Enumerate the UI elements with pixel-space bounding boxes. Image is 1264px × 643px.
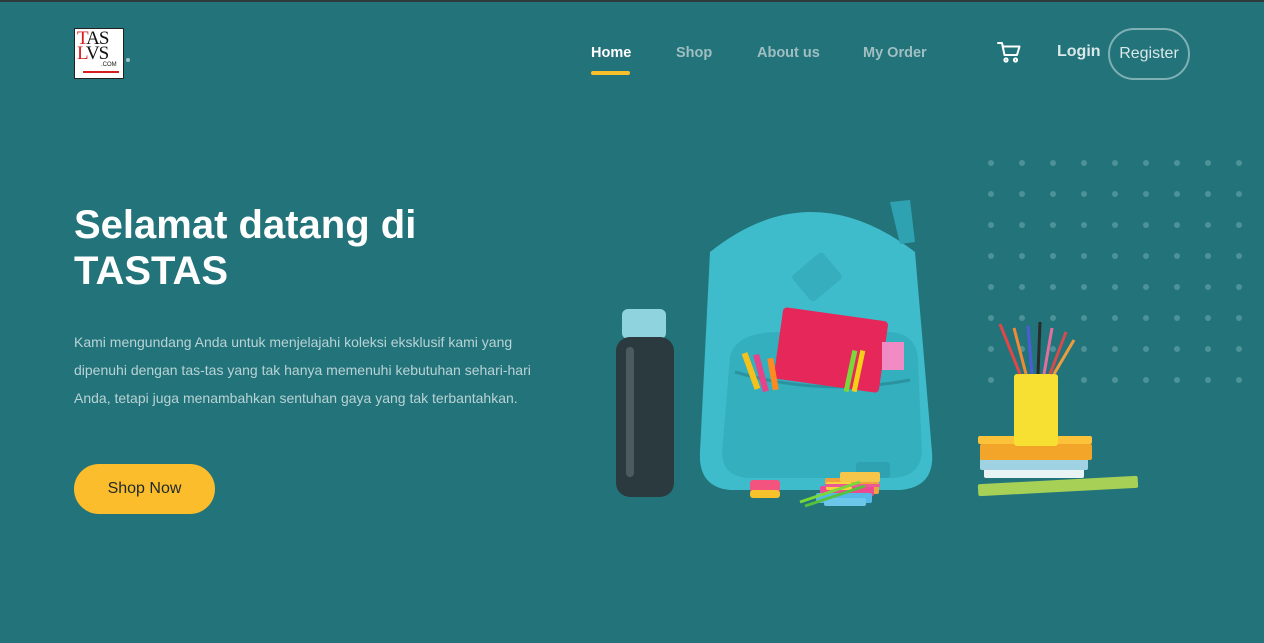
grid-dot [1205,377,1211,383]
water-bottle-image [616,309,674,497]
grid-dot [1205,191,1211,197]
nav-home[interactable]: Home [591,45,631,61]
grid-dot [1174,377,1180,383]
grid-dot [1174,284,1180,290]
logo[interactable]: TAS LVS .COM [74,28,124,79]
grid-dot [1205,284,1211,290]
grid-dot [1205,253,1211,259]
nav-shop[interactable]: Shop [676,45,712,61]
grid-dot [1205,222,1211,228]
grid-dot [1174,160,1180,166]
cart-icon[interactable] [996,39,1022,65]
nav-my-order[interactable]: My Order [863,45,927,61]
grid-dot [988,160,994,166]
grid-dot [1019,160,1025,166]
grid-dot [1236,191,1242,197]
register-button[interactable]: Register [1108,28,1190,80]
grid-dot [1205,160,1211,166]
grid-dot [1174,253,1180,259]
grid-dot [1112,160,1118,166]
grid-dot [1050,160,1056,166]
grid-dot [1174,222,1180,228]
hero-description: Kami mengundang Anda untuk menjelajahi k… [74,334,531,406]
grid-dot [1143,160,1149,166]
grid-dot [1236,315,1242,321]
grid-dot [1236,253,1242,259]
hero-illustration [616,200,1139,508]
grid-dot [1236,160,1242,166]
login-link[interactable]: Login [1057,43,1101,61]
grid-dot [1205,346,1211,352]
logo-divider [83,71,119,73]
logo-dot [126,58,130,62]
logo-text-line3: .COM [101,62,117,68]
hero-title: Selamat datang di TASTAS [74,203,417,293]
grid-dot [1174,346,1180,352]
logo-text-line2: LVS [77,43,109,64]
grid-dot [1174,191,1180,197]
grid-dot [1174,315,1180,321]
grid-dot [1236,377,1242,383]
nav-about-us[interactable]: About us [757,45,820,61]
grid-dot [1205,315,1211,321]
grid-dot [1236,346,1242,352]
backpack-image [699,200,933,490]
books-and-pencils-image [977,321,1139,497]
shop-now-button[interactable]: Shop Now [74,464,215,514]
grid-dot [1236,222,1242,228]
grid-dot [1236,284,1242,290]
nav-active-indicator [591,71,630,75]
grid-dot [1081,160,1087,166]
